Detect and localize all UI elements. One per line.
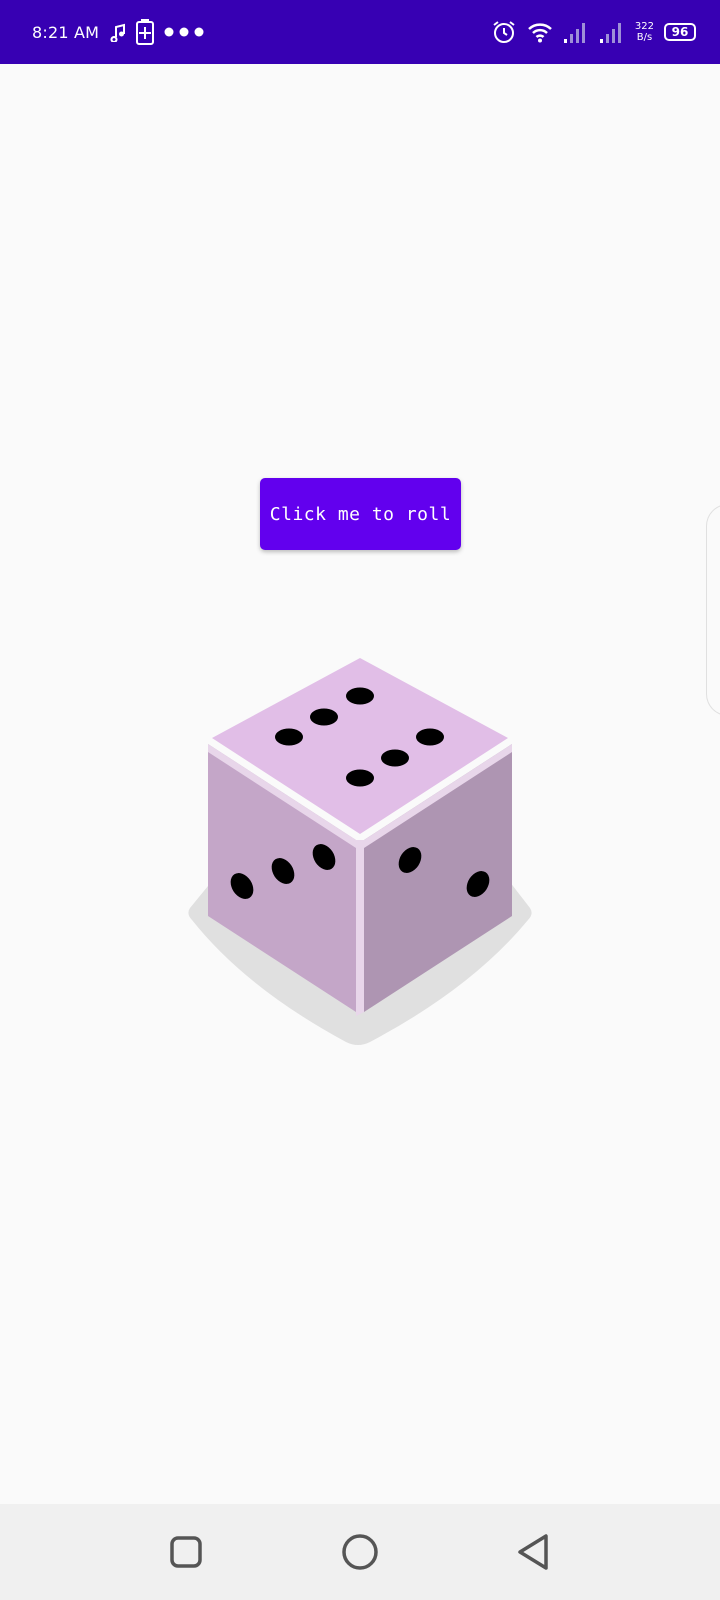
wifi-icon [528, 23, 552, 43]
navigation-bar [0, 1504, 720, 1600]
dice-pip [416, 728, 444, 746]
recents-button[interactable] [162, 1528, 210, 1576]
back-triangle-icon [518, 1534, 548, 1570]
network-speed: 322 B/s [635, 21, 654, 43]
dice-pip [346, 687, 374, 705]
main-content: Click me to roll [0, 64, 720, 1504]
dice-pip [381, 749, 409, 767]
signal-bars-icon-2 [599, 23, 621, 43]
battery-level: 96 [664, 23, 696, 41]
network-speed-value: 322 [634, 21, 654, 32]
roll-button[interactable]: Click me to roll [260, 478, 461, 550]
recents-square-icon [170, 1536, 202, 1568]
edge-panel-handle[interactable] [706, 504, 720, 716]
music-note-icon [110, 23, 126, 42]
home-circle-icon [342, 1534, 378, 1570]
network-speed-unit: B/s [636, 32, 653, 43]
more-notifications-icon [164, 27, 204, 37]
alarm-clock-icon [493, 21, 515, 43]
home-button[interactable] [336, 1528, 384, 1576]
status-right-group: 322 B/s 96 [491, 0, 696, 64]
dice-image [188, 658, 532, 1045]
dice-pip [310, 708, 338, 726]
signal-bars-icon-1 [563, 23, 585, 43]
dice-pip [346, 769, 374, 787]
status-left-group: 8:21 AM [32, 0, 205, 64]
dice-pip [275, 728, 303, 746]
battery-charging-icon [136, 19, 155, 45]
dice-edge-vertical [356, 840, 364, 1016]
battery-percent: 96 [671, 25, 689, 39]
status-bar: 8:21 AM 322 B/s 96 [0, 0, 720, 64]
status-time: 8:21 AM [32, 22, 100, 42]
back-button[interactable] [510, 1528, 558, 1576]
